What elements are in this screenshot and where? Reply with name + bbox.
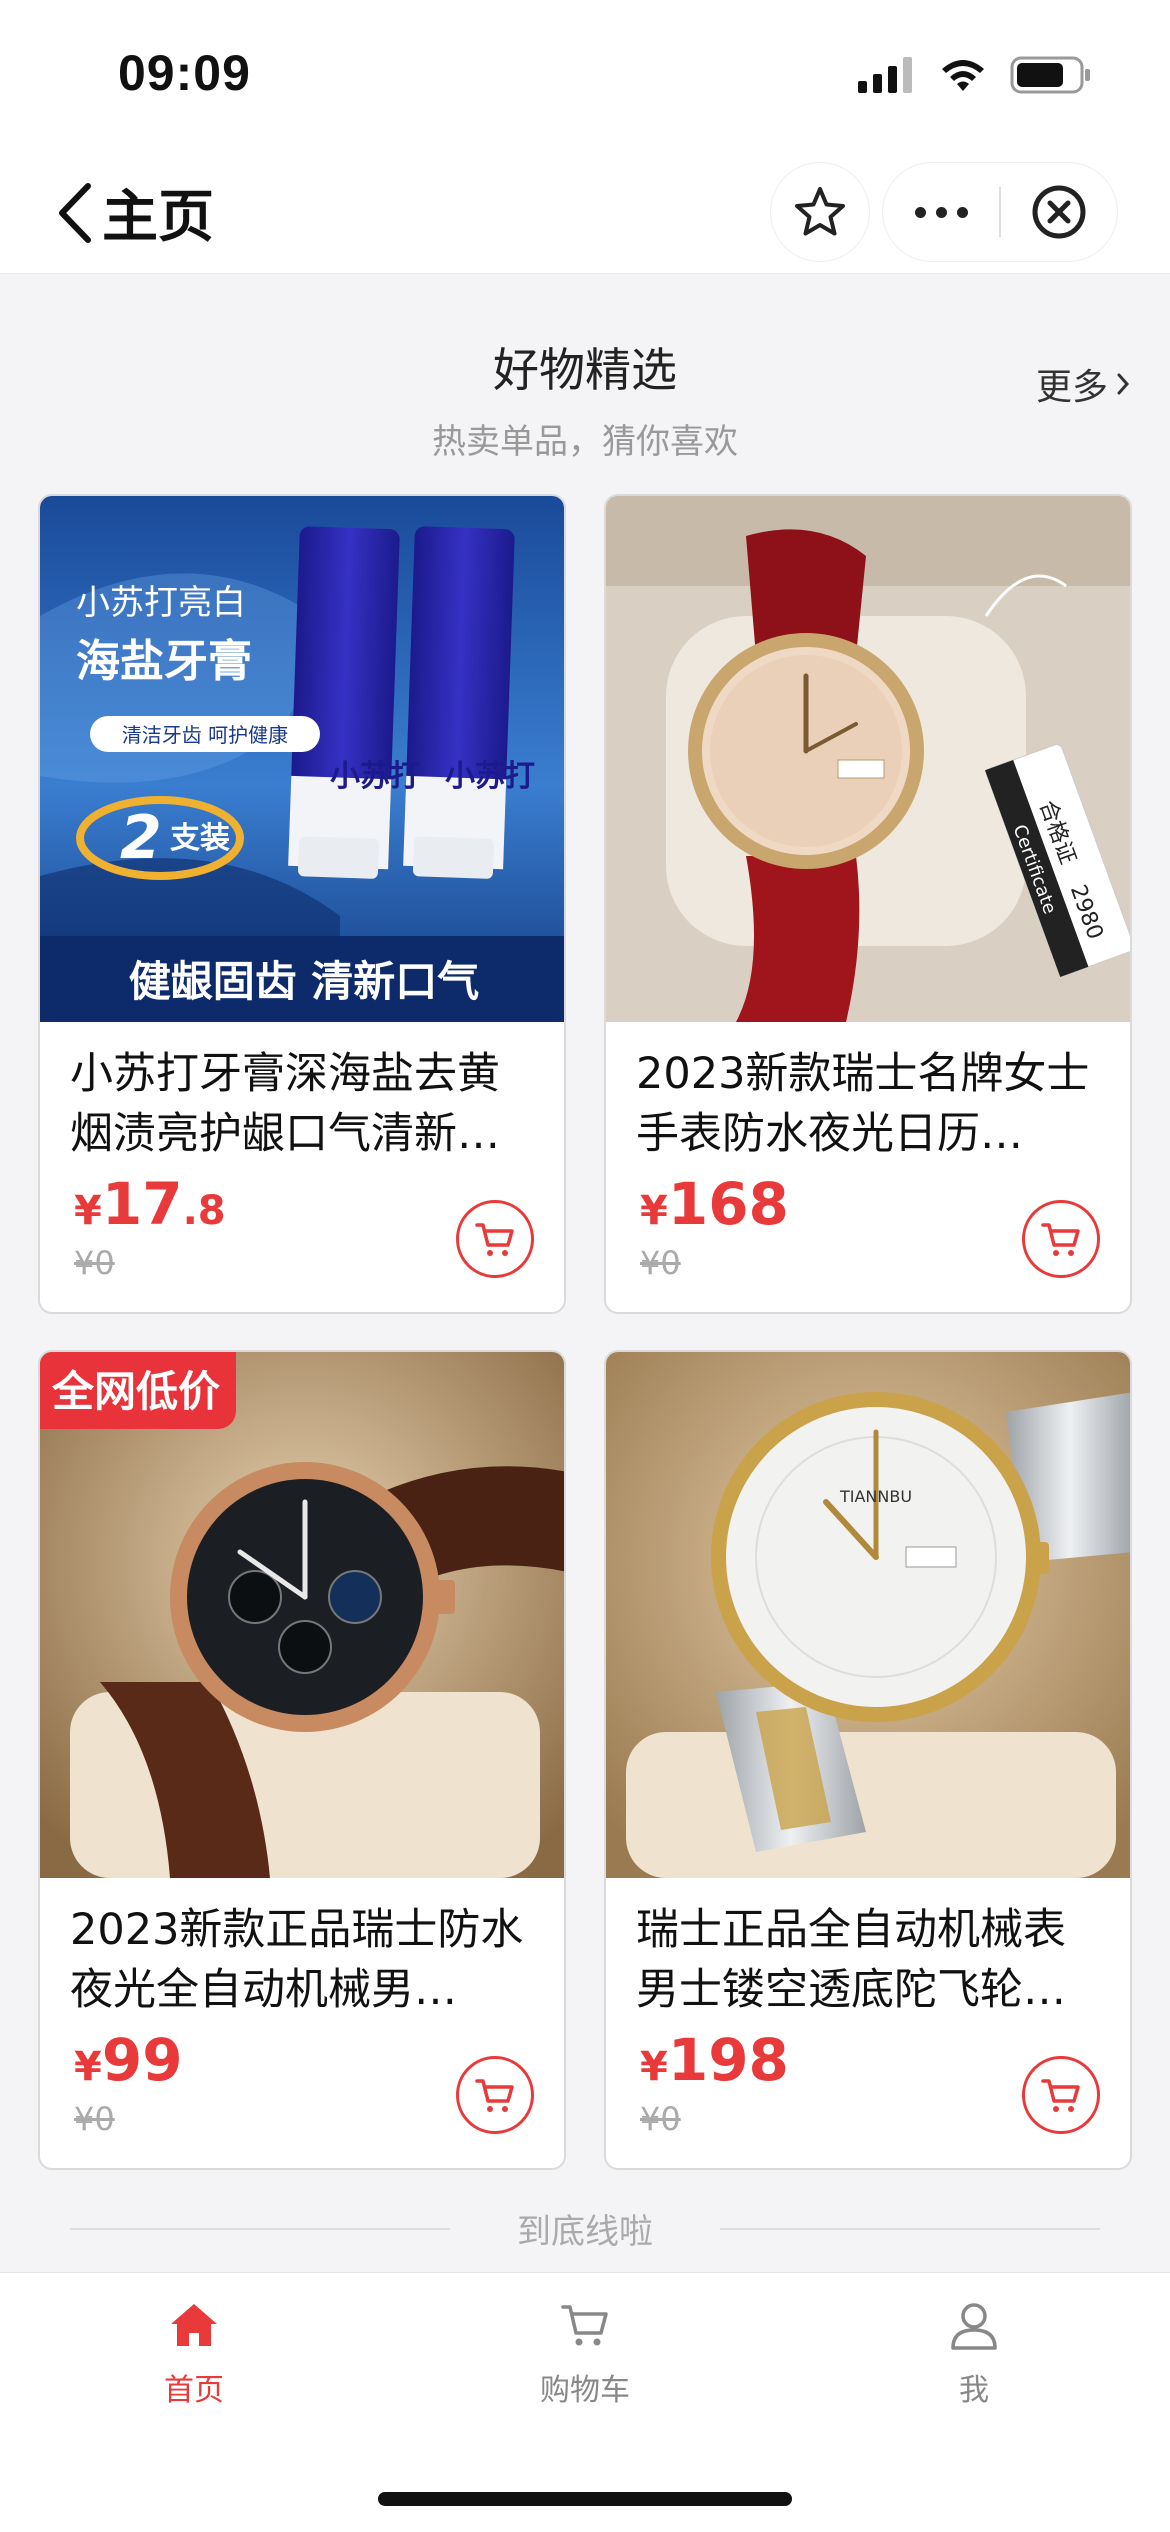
add-to-cart-button[interactable] (1022, 2056, 1100, 2134)
watch-image: Certificate 合格证 2980 (606, 496, 1130, 1022)
status-icons (858, 56, 1092, 94)
back-button[interactable] (44, 178, 104, 248)
home-indicator (378, 2492, 792, 2506)
currency-symbol: ¥ (74, 2044, 102, 2090)
product-card[interactable]: TIANNBU 瑞士正品全自动机械表男士镂空透底陀飞轮… ¥198 ¥0 (604, 1350, 1132, 2170)
product-image[interactable]: Certificate 合格证 2980 (606, 496, 1130, 1022)
product-price: ¥99 (74, 2026, 183, 2094)
cart-icon (1041, 1223, 1080, 1256)
original-price: ¥0 (640, 2100, 681, 2138)
nav-bar: 主页 (0, 150, 1170, 274)
price-decimal: .8 (182, 1188, 226, 1234)
tab-home[interactable]: 首页 (84, 2299, 304, 2419)
product-name[interactable]: 瑞士正品全自动机械表男士镂空透底陀飞轮… (636, 1900, 1106, 2024)
status-bar: 09:09 (0, 0, 1170, 150)
chevron-left-icon (59, 183, 91, 243)
product-name[interactable]: 2023新款正品瑞士防水夜光全自动机械男… (70, 1900, 540, 2024)
chevron-right-icon (1117, 373, 1130, 395)
close-circle-icon (1032, 185, 1086, 239)
product-price: ¥17.8 (74, 1170, 226, 1238)
more-options-button[interactable] (883, 163, 999, 261)
currency-symbol: ¥ (74, 1188, 102, 1234)
more-link[interactable]: 更多 (1036, 358, 1130, 410)
mini-program-capsule (882, 162, 1118, 262)
product-card[interactable]: Certificate 合格证 2980 2023新款瑞士名牌女士手表防水夜光日… (604, 494, 1132, 1314)
wifi-icon (942, 60, 984, 91)
product-price: ¥198 (640, 2026, 789, 2094)
toothpaste-image: 小苏打亮白 海盐牙膏 清洁牙齿 呵护健康 2 支装 小苏打 小苏打 健龈固齿 清… (40, 496, 564, 1022)
dot-icon (956, 206, 968, 218)
add-to-cart-button[interactable] (456, 1200, 534, 1278)
price-integer: 17 (101, 1170, 183, 1238)
watch-image (40, 1352, 564, 1878)
dot-icon (935, 206, 947, 218)
watch-image: TIANNBU (606, 1352, 1130, 1878)
product-image[interactable] (40, 1352, 564, 1878)
tab-profile[interactable]: 我 (864, 2299, 1084, 2419)
cart-icon (1041, 2079, 1080, 2112)
product-name[interactable]: 小苏打牙膏深海盐去黄烟渍亮护龈口气清新… (70, 1044, 540, 1168)
product-image[interactable]: 小苏打亮白 海盐牙膏 清洁牙齿 呵护健康 2 支装 小苏打 小苏打 健龈固齿 清… (40, 496, 564, 1022)
divider (720, 2228, 1100, 2230)
watch-brand-text: TIANNBU (839, 1487, 912, 1506)
cart-icon (475, 2079, 514, 2112)
section-subtitle: 热卖单品，猜你喜欢 (432, 422, 738, 462)
favorite-button[interactable] (770, 162, 870, 262)
image-text: 清洁牙齿 呵护健康 (122, 723, 288, 747)
product-name[interactable]: 2023新款瑞士名牌女士手表防水夜光日历… (636, 1044, 1106, 1168)
cart-icon (561, 2305, 608, 2346)
price-integer: 168 (667, 1170, 789, 1238)
price-integer: 198 (667, 2026, 789, 2094)
user-icon (951, 2303, 997, 2350)
product-card[interactable]: 小苏打亮白 海盐牙膏 清洁牙齿 呵护健康 2 支装 小苏打 小苏打 健龈固齿 清… (38, 494, 566, 1314)
more-label: 更多 (1035, 367, 1108, 408)
add-to-cart-button[interactable] (456, 2056, 534, 2134)
star-icon (795, 187, 845, 236)
add-to-cart-button[interactable] (1022, 1200, 1100, 1278)
close-mini-program-button[interactable] (1001, 163, 1117, 261)
original-price: ¥0 (640, 1244, 681, 1282)
product-card[interactable]: 全网低价 2023新款正品瑞士防水夜光全自动机械男… ¥99 ¥0 (38, 1350, 566, 2170)
image-text: 2 (120, 803, 162, 873)
status-time: 09:09 (118, 45, 251, 101)
home-icon (171, 2304, 217, 2346)
image-text: 小苏打 (445, 759, 535, 794)
cart-icon (475, 1223, 514, 1256)
image-text: 健龈固齿 清新口气 (129, 957, 480, 1006)
image-text: 支装 (170, 821, 230, 856)
image-text: 小苏打 (330, 759, 420, 794)
original-price: ¥0 (74, 1244, 115, 1282)
image-text: 海盐牙膏 (76, 636, 252, 687)
dot-icon (914, 206, 926, 218)
signal-icon (858, 57, 912, 93)
section-title: 好物精选 (493, 343, 677, 397)
end-of-list: 到底线啦 (70, 2204, 1100, 2254)
tab-label: 我 (959, 2373, 989, 2408)
tab-label: 首页 (164, 2373, 224, 2408)
tab-label: 购物车 (540, 2373, 630, 2408)
original-price: ¥0 (74, 2100, 115, 2138)
price-integer: 99 (101, 2026, 183, 2094)
product-image[interactable]: TIANNBU (606, 1352, 1130, 1878)
low-price-badge: 全网低价 (40, 1352, 237, 1429)
currency-symbol: ¥ (640, 1188, 668, 1234)
page-title: 主页 (102, 185, 214, 250)
currency-symbol: ¥ (640, 2044, 668, 2090)
battery-icon (1010, 56, 1090, 94)
product-price: ¥168 (640, 1170, 789, 1238)
image-text: 小苏打亮白 (76, 583, 246, 623)
tab-cart[interactable]: 购物车 (475, 2299, 695, 2419)
